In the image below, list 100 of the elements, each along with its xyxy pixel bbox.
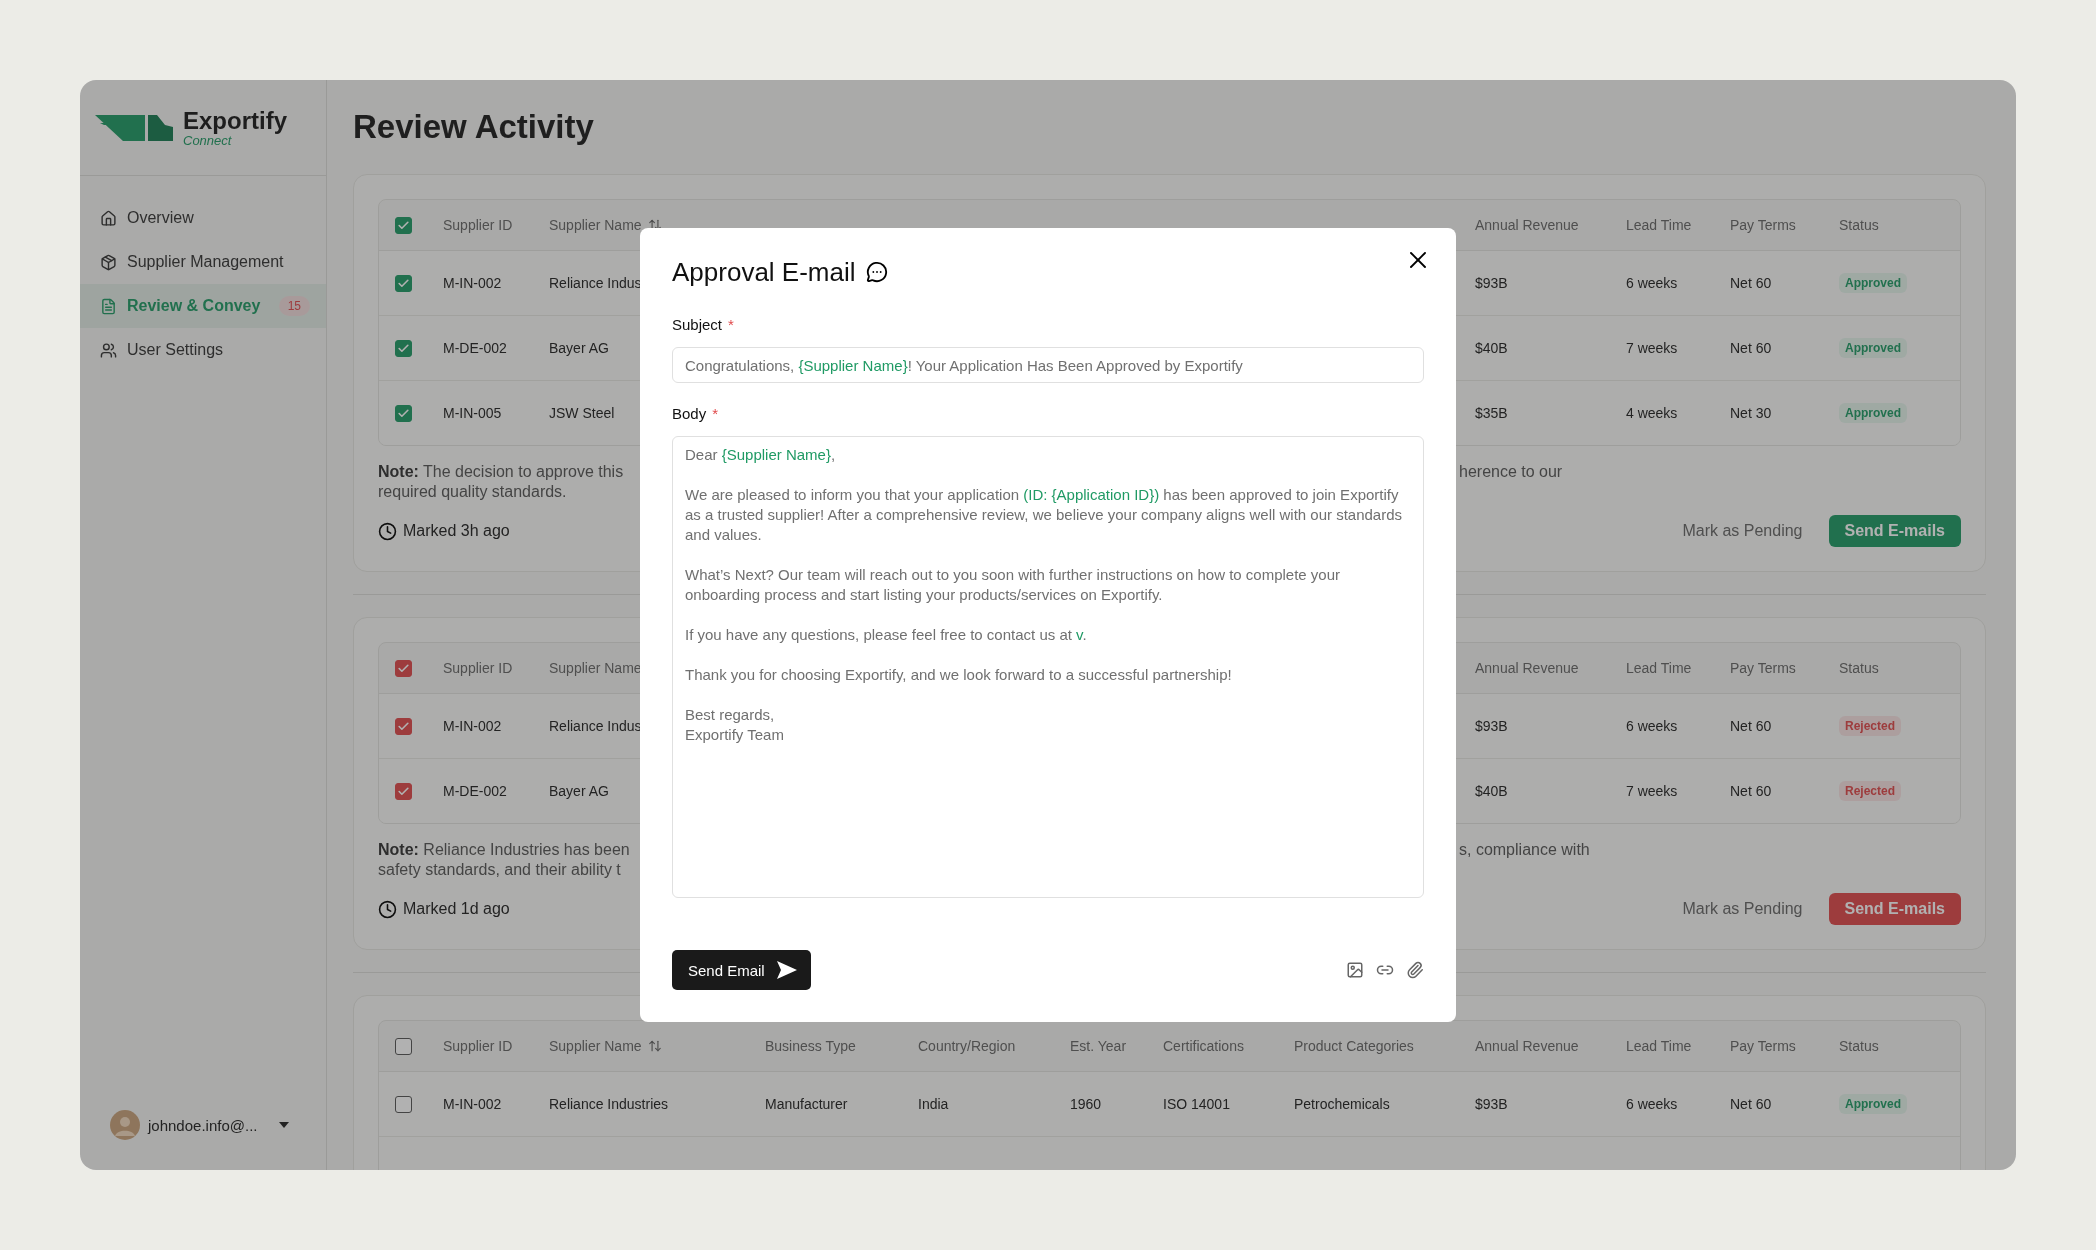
table-cell: Reliance Indus [549, 718, 642, 734]
column-header: Pay Terms [1730, 1038, 1796, 1054]
column-header: Pay Terms [1730, 217, 1796, 233]
table-cell: M-DE-002 [443, 783, 507, 799]
dialog-title: Approval E-mail [672, 256, 856, 288]
table-cell: Net 30 [1730, 405, 1772, 421]
column-header: Status [1839, 217, 1879, 233]
nav-item[interactable]: User Settings [80, 328, 326, 372]
checkbox[interactable] [395, 1037, 412, 1055]
table-cell: 7 weeks [1626, 340, 1678, 356]
required-mark: * [712, 405, 719, 422]
check-icon [397, 406, 410, 420]
checkbox[interactable] [395, 782, 412, 800]
required-mark: * [728, 316, 734, 333]
avatar[interactable] [110, 1110, 140, 1140]
table-cell: Bayer AG [549, 783, 609, 799]
column-header: Lead Time [1626, 1038, 1692, 1054]
users-icon [100, 341, 117, 359]
table-cell: JSW Steel [549, 405, 615, 421]
marked-time: Marked 1d ago [403, 900, 510, 918]
column-header: Annual Revenue [1475, 660, 1579, 676]
column-header: Business Type [765, 1038, 856, 1054]
column-header: Country/Region [918, 1038, 1016, 1054]
field-label: Subject [672, 316, 723, 333]
marked-time: Marked 3h ago [403, 522, 510, 540]
status-badge: Rejected [1839, 716, 1902, 736]
status-badge: Approved [1839, 338, 1907, 358]
table-cell: M-IN-005 [443, 405, 502, 421]
caret-icon[interactable] [279, 1122, 290, 1128]
package-icon [100, 253, 117, 271]
send-emails-button[interactable]: Send E-mails [1828, 515, 1961, 547]
clock-icon [378, 521, 397, 541]
table-cell: M-IN-002 [443, 275, 502, 291]
table-cell: India [918, 1096, 949, 1112]
send-emails-button[interactable]: Send E-mails [1828, 893, 1961, 925]
table-cell: 7 weeks [1626, 783, 1678, 799]
column-header: Status [1839, 660, 1879, 676]
user-email[interactable]: johndoe.info@... [148, 1116, 258, 1134]
note-text: herence to our [1459, 462, 1563, 482]
table-cell: Bayer AG [549, 340, 609, 356]
sort-icon[interactable] [647, 1039, 662, 1053]
page-title: Review Activity [353, 107, 595, 147]
body-field[interactable]: Dear {Supplier Name}, We are pleased to inform you that your application (ID: {Application ID}) has been approved to join Exportify as a trusted supplier! After a comprehensive review, we believe your company aligns well with our standards and values. What’s Next? Our team will reach out to you soon with further instructions on how to complete your onboarding process and start listing your products/services on Exportify. If you have any questions, please feel free to contact us at v. Thank you for choosing Exportify, and we look forward to a successful partnership! Best regards, Exportify Team [672, 436, 1424, 898]
checkbox[interactable] [395, 717, 412, 735]
chat-icon [865, 261, 888, 283]
check-icon [397, 276, 410, 290]
table-cell: 1960 [1070, 1096, 1102, 1112]
checkbox[interactable] [395, 216, 412, 234]
nav-item[interactable]: Overview [80, 196, 326, 240]
home-icon [100, 209, 117, 227]
note-text: s, compliance with [1459, 840, 1590, 860]
logo-tagline: Connect [183, 133, 232, 148]
column-header: Annual Revenue [1475, 1038, 1579, 1054]
checkbox[interactable] [395, 1095, 412, 1113]
image-icon[interactable] [1346, 961, 1364, 979]
checkbox[interactable] [395, 404, 412, 422]
check-icon [397, 784, 410, 798]
table-cell: Net 60 [1730, 783, 1772, 799]
document-icon [100, 297, 117, 315]
table-cell: Petrochemicals [1294, 1096, 1390, 1112]
column-header: Supplier ID [443, 1038, 513, 1054]
table-cell: M-IN-002 [443, 1096, 502, 1112]
table-cell: Reliance Industries [549, 1096, 669, 1112]
table-cell: Net 60 [1730, 340, 1772, 356]
column-header: Pay Terms [1730, 660, 1796, 676]
table-cell: M-DE-002 [443, 340, 507, 356]
status-badge: Approved [1839, 1094, 1907, 1114]
column-header: Status [1839, 1038, 1879, 1054]
check-icon [397, 719, 410, 733]
mark-pending-button[interactable]: Mark as Pending [1666, 515, 1819, 547]
logo-icon [95, 114, 173, 141]
column-header: Annual Revenue [1475, 217, 1579, 233]
note-text: Note: Reliance Industries has been safety standards, and their ability t [378, 840, 630, 880]
column-header: Product Categories [1294, 1038, 1414, 1054]
table-cell: $93B [1475, 1096, 1508, 1112]
subject-field[interactable]: Congratulations, {Supplier Name}! Your Application Has Been Approved by Exportify [672, 347, 1424, 383]
status-badge: Approved [1839, 273, 1907, 293]
table-cell: ISO 14001 [1163, 1096, 1230, 1112]
send-email-button[interactable]: Send Email [672, 950, 811, 990]
checkbox[interactable] [395, 339, 412, 357]
note-text: Note: The decision to approve this required quality standards. [378, 462, 624, 502]
checkbox[interactable] [395, 659, 412, 677]
column-header: Lead Time [1626, 217, 1692, 233]
column-header: Supplier Name [549, 217, 642, 233]
count-badge: 15 [278, 296, 310, 316]
table-cell: $40B [1475, 783, 1508, 799]
table-cell: $93B [1475, 718, 1508, 734]
clock-icon [378, 899, 397, 919]
table-cell: Net 60 [1730, 1096, 1772, 1112]
column-header: Supplier ID [443, 660, 513, 676]
paperclip-icon[interactable] [1406, 961, 1424, 979]
table-cell: M-IN-002 [443, 718, 502, 734]
checkbox[interactable] [395, 274, 412, 292]
check-icon [397, 341, 410, 355]
column-header: Supplier Name [549, 1038, 642, 1054]
status-badge: Rejected [1839, 781, 1902, 801]
mark-pending-button[interactable]: Mark as Pending [1666, 893, 1819, 925]
nav-item[interactable]: Supplier Management [80, 240, 326, 284]
column-header: Lead Time [1626, 660, 1692, 676]
column-header: Supplier Name [549, 660, 642, 676]
